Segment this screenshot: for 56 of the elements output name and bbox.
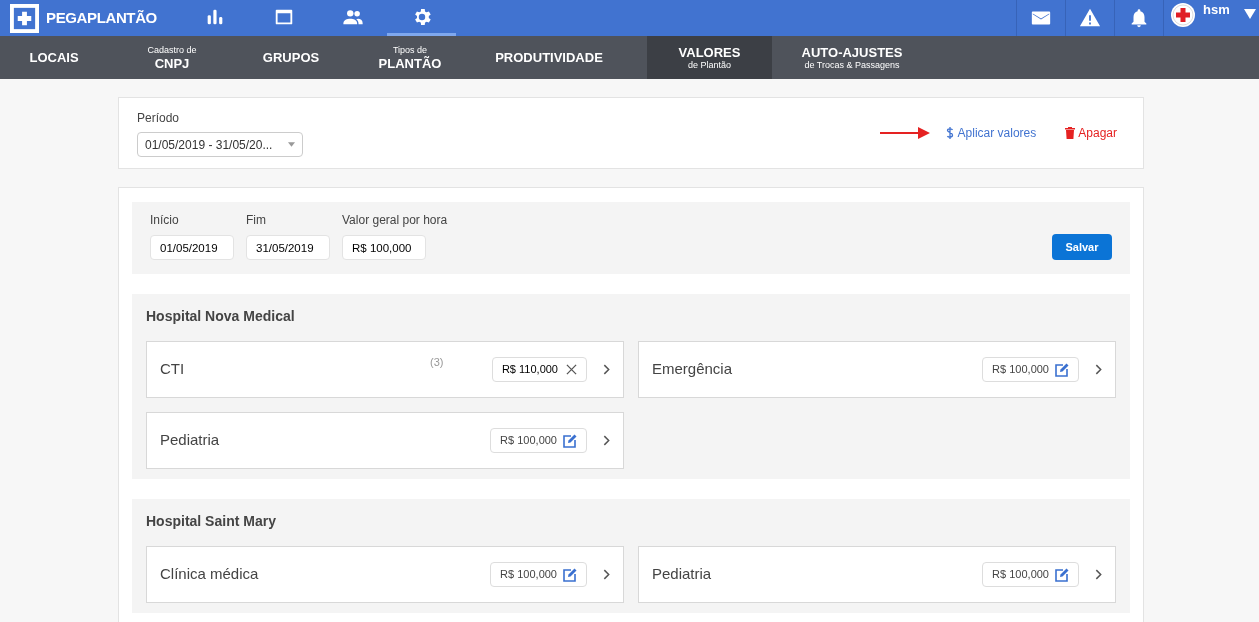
close-icon[interactable] [566, 364, 577, 375]
value-field[interactable]: R$ 110,000 [491, 357, 587, 382]
caret-icon [288, 142, 295, 147]
user-name[interactable]: hsm [1203, 3, 1230, 16]
unit-name: Pediatria [652, 564, 712, 585]
nav-tab[interactable]: VALORES de Plantão [647, 36, 772, 79]
period-dropdown[interactable]: 01/05/2019 - 31/05/20... [137, 132, 303, 157]
chevron-right-icon[interactable] [603, 569, 610, 580]
hospital-name: Hospital Nova Medical [146, 307, 296, 326]
unit-card[interactable]: Pediatria R$ 100,000 [638, 546, 1116, 603]
save-button[interactable]: Salvar [1052, 234, 1112, 260]
nav-tab[interactable]: AUTO-AJUSTES de Trocas & Passagens [772, 36, 932, 79]
value-field[interactable]: R$ 100,000 [982, 357, 1079, 382]
chevron-right-icon[interactable] [603, 435, 610, 446]
chevron-right-icon[interactable] [1095, 364, 1102, 375]
warning-icon[interactable] [1079, 7, 1101, 29]
hospital-name: Hospital Saint Mary [146, 512, 277, 531]
unit-card[interactable]: Emergência R$ 100,000 [638, 341, 1116, 398]
edit-icon[interactable] [1055, 362, 1069, 377]
unit-name: CTI [160, 359, 185, 380]
unit-card[interactable]: CTI (3) R$ 110,000 [146, 341, 624, 398]
nav-tab[interactable]: Tipos de PLANTÃO [346, 36, 474, 79]
field-label: Período [137, 110, 181, 127]
field-label: Fim [246, 212, 267, 229]
edit-icon[interactable] [563, 433, 577, 448]
input-field[interactable]: 01/05/2019 [150, 235, 234, 260]
field-label: Valor geral por hora [342, 212, 448, 229]
edit-icon[interactable] [1055, 567, 1069, 582]
field-label: Início [150, 212, 180, 229]
brand-name: PEGAPLANTÃO [46, 7, 157, 28]
arrow-icon [879, 127, 930, 139]
input-field[interactable]: R$ 100,000 [342, 235, 426, 260]
nav-tab[interactable]: PRODUTIVIDADE [474, 36, 624, 79]
avatar-icon[interactable] [1171, 3, 1195, 27]
unit-card[interactable]: Clínica médica R$ 100,000 [146, 546, 624, 603]
nav-tab[interactable]: LOCAIS [0, 36, 108, 79]
unit-name: Pediatria [160, 430, 220, 451]
unit-name: Emergência [652, 359, 733, 380]
trash-icon [1065, 127, 1076, 139]
value-field[interactable]: R$ 100,000 [490, 562, 587, 587]
value-field[interactable]: R$ 100,000 [490, 428, 587, 453]
input-field[interactable]: 31/05/2019 [246, 235, 330, 260]
value-field[interactable]: R$ 100,000 [982, 562, 1079, 587]
logo-icon [10, 3, 39, 33]
count-label: (3) [430, 355, 444, 370]
unit-name: Clínica médica [160, 564, 259, 585]
nav-tab[interactable]: Cadastro de CNPJ [108, 36, 236, 79]
edit-icon[interactable] [563, 567, 577, 582]
chevron-right-icon[interactable] [1095, 569, 1102, 580]
unit-card[interactable]: Pediatria R$ 100,000 [146, 412, 624, 469]
dollar-icon [945, 126, 954, 140]
apply-values-link[interactable]: Aplicar valores [945, 124, 1037, 142]
delete-link[interactable]: Apagar [1065, 124, 1117, 142]
nav-tab[interactable]: GRUPOS [236, 36, 346, 79]
caret-icon[interactable] [1244, 9, 1256, 19]
chevron-right-icon[interactable] [603, 364, 610, 375]
